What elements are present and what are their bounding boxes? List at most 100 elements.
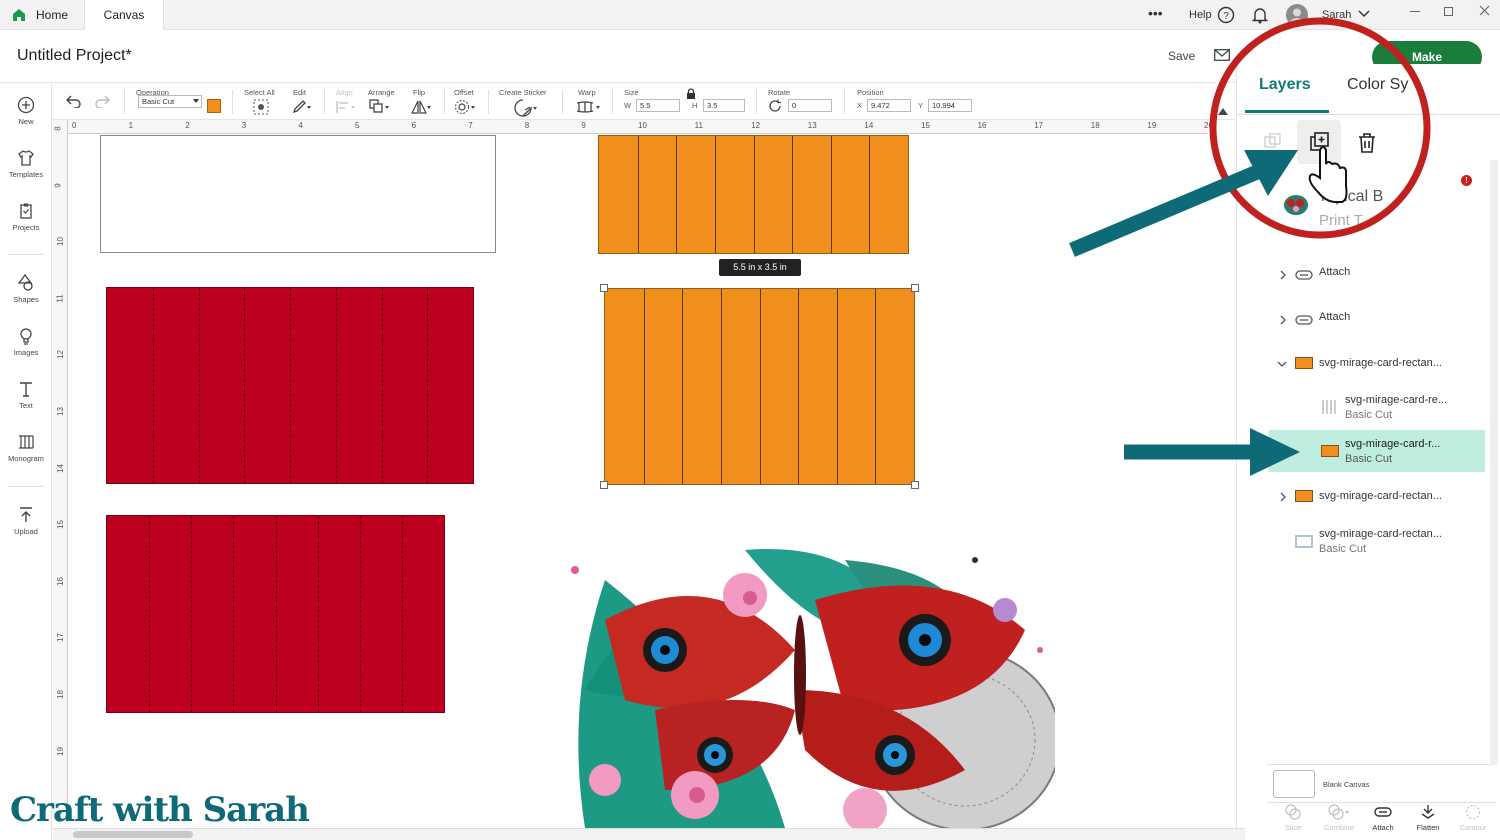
create-sticker-label: Create Sticker [499, 88, 547, 97]
projects-button[interactable]: Projects [0, 202, 52, 232]
ruler-tick-label: 9 [581, 121, 586, 130]
more-options-icon[interactable]: ••• [1148, 5, 1163, 21]
window-minimize-icon[interactable] [1410, 11, 1420, 12]
resize-handle[interactable] [911, 481, 919, 489]
chevron-right-icon[interactable] [1279, 270, 1287, 280]
warning-badge-icon[interactable]: ! [1461, 175, 1472, 186]
rotate-input[interactable]: 0 [788, 99, 832, 112]
share-mail-icon[interactable] [1214, 49, 1230, 61]
score-line [798, 289, 800, 484]
top-navigation-bar: Home Canvas ••• Help ? Sarah [0, 0, 1500, 30]
chevron-right-icon[interactable] [1279, 492, 1287, 502]
ruler-tick-label: 10 [55, 237, 65, 247]
arrange-group: Arrange [368, 88, 395, 97]
text-button[interactable]: Text [0, 380, 52, 410]
chevron-down-icon[interactable] [1277, 360, 1287, 368]
group-icon[interactable] [1263, 132, 1283, 152]
redo-icon[interactable] [94, 94, 110, 108]
vertical-ruler: 8 9 10 11 12 13 14 15 16 17 18 19 [53, 120, 68, 820]
ruler-tick-label: 14 [55, 463, 65, 473]
layer-row-score[interactable]: svg-mirage-card-re... Basic Cut [1237, 394, 1477, 424]
monogram-button[interactable]: Monogram [0, 433, 52, 463]
image-layer-thumbnail[interactable] [1283, 194, 1309, 216]
tab-color-sync[interactable]: Color Sy [1347, 76, 1408, 94]
selected-orange-card-rectangle[interactable] [604, 288, 915, 485]
attach-link-icon [1295, 315, 1313, 325]
flip-group: Flip [413, 88, 425, 97]
ruler-tick-label: 18 [55, 690, 65, 699]
contour-button[interactable]: Contour [1451, 804, 1495, 832]
position-x-input[interactable]: 9.472 [867, 99, 911, 112]
position-x-label: X [857, 101, 863, 110]
ruler-tick-label: 3 [241, 121, 247, 130]
tropical-butterfly-image[interactable] [545, 540, 1055, 828]
duplicate-button[interactable] [1297, 120, 1341, 164]
ruler-tick-label: 15 [921, 121, 930, 130]
align-icon[interactable] [336, 100, 356, 114]
help-link[interactable]: Help [1189, 9, 1212, 21]
new-label: New [18, 117, 34, 126]
operation-select[interactable]: Basic Cut [138, 95, 202, 108]
contour-label: Contour [1459, 823, 1487, 832]
white-card-rectangle[interactable] [100, 135, 496, 253]
offset-icon[interactable] [454, 99, 476, 115]
resize-handle[interactable] [911, 284, 919, 292]
help-icon[interactable]: ? [1217, 6, 1235, 24]
project-title[interactable]: Untitled Project* [17, 47, 132, 65]
warp-icon[interactable] [576, 100, 602, 114]
flip-icon[interactable] [410, 99, 432, 115]
attach-link-icon [1295, 270, 1313, 280]
delete-trash-icon[interactable] [1357, 132, 1377, 154]
new-button[interactable]: New [0, 96, 52, 126]
collapse-toolbar-icon[interactable] [1218, 108, 1228, 115]
height-input[interactable]: 3.5 [703, 99, 745, 112]
layer-row-white-card[interactable]: svg-mirage-card-rectan... Basic Cut [1237, 528, 1477, 558]
user-avatar[interactable] [1285, 3, 1309, 27]
user-name[interactable]: Sarah [1322, 9, 1351, 21]
red-card-rectangle[interactable] [106, 515, 445, 713]
image-layer-subtitle: Print T [1319, 212, 1363, 229]
orange-card-rectangle[interactable] [598, 135, 909, 254]
layer-row-selected[interactable]: svg-mirage-card-r... Basic Cut [1269, 430, 1485, 472]
edit-pencil-icon[interactable] [292, 99, 312, 115]
chevron-down-icon[interactable] [1358, 9, 1370, 19]
width-input[interactable]: 5.5 [636, 99, 680, 112]
position-y-input[interactable]: 10.994 [928, 99, 972, 112]
window-maximize-icon[interactable] [1444, 7, 1453, 16]
combine-button[interactable]: Combine [1317, 804, 1361, 832]
resize-handle[interactable] [600, 481, 608, 489]
canvas-tab[interactable]: Canvas [84, 0, 164, 30]
toolbar-divider [232, 90, 233, 114]
window-close-icon[interactable] [1479, 5, 1490, 16]
shirt-icon [18, 150, 34, 166]
arrange-icon[interactable] [369, 99, 391, 115]
flatten-button[interactable]: Flatten [1406, 804, 1450, 832]
undo-icon[interactable] [66, 94, 82, 108]
save-button[interactable]: Save [1168, 49, 1195, 63]
rotate-icon[interactable] [768, 99, 782, 113]
blank-canvas-swatch[interactable] [1273, 770, 1315, 798]
lock-aspect-icon[interactable] [686, 88, 696, 99]
home-tab[interactable]: Home [12, 0, 78, 30]
craft-with-sarah-watermark: Craft with Sarah [10, 790, 310, 830]
operation-color-swatch[interactable] [207, 99, 221, 113]
shapes-button[interactable]: Shapes [0, 274, 52, 304]
score-line [759, 289, 761, 484]
select-all-icon[interactable] [253, 99, 269, 115]
resize-handle[interactable] [600, 284, 608, 292]
attach-button[interactable]: Attach [1361, 804, 1405, 832]
layers-scrollbar[interactable] [1490, 160, 1498, 765]
slice-button[interactable]: Slice [1271, 804, 1315, 832]
scrollbar-thumb[interactable] [73, 831, 193, 838]
upload-button[interactable]: Upload [0, 506, 52, 536]
images-button[interactable]: Images [0, 327, 52, 357]
red-card-rectangle[interactable] [106, 287, 474, 484]
toolbar-divider [324, 90, 325, 114]
notifications-bell-icon[interactable] [1252, 6, 1268, 24]
chevron-right-icon[interactable] [1279, 315, 1287, 325]
operation-select-value: Basic Cut [142, 97, 175, 106]
tab-layers[interactable]: Layers [1259, 76, 1311, 94]
score-line [244, 288, 246, 483]
create-sticker-icon[interactable] [514, 99, 538, 117]
templates-button[interactable]: Templates [0, 149, 52, 179]
